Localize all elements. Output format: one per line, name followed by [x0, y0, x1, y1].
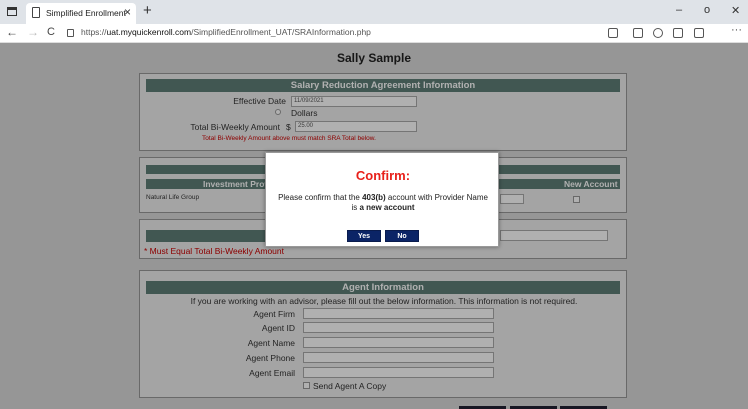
maximize-button[interactable]: o [704, 4, 710, 16]
confirm-title: Confirm: [355, 168, 411, 183]
collections-icon[interactable] [694, 28, 704, 38]
read-aloud-icon[interactable] [608, 28, 618, 38]
tab-title: Simplified Enrollment [46, 8, 126, 18]
url-field[interactable]: https://uat.myquickenroll.com/Simplified… [81, 27, 371, 37]
more-menu-icon[interactable]: ··· [731, 24, 742, 36]
window-menu-icon[interactable] [7, 7, 17, 16]
new-tab-button[interactable]: + [143, 3, 152, 19]
browser-titlebar: Simplified Enrollment × + – o ✕ [0, 0, 748, 24]
address-bar: ← → C https://uat.myquickenroll.com/Simp… [0, 24, 748, 43]
forward-button[interactable]: → [27, 25, 39, 39]
minimize-button[interactable]: – [676, 4, 682, 16]
tab-close-icon[interactable]: × [124, 5, 131, 19]
confirm-message-line2: is a new account [351, 203, 415, 212]
lock-icon[interactable] [67, 29, 74, 37]
page-icon [32, 7, 40, 18]
sync-icon[interactable] [653, 28, 663, 38]
confirm-message-line1: Please confirm that the 403(b) account w… [278, 193, 488, 202]
browser-tab[interactable]: Simplified Enrollment × [26, 3, 136, 24]
confirm-dialog: Confirm: Please confirm that the 403(b) … [265, 152, 499, 247]
refresh-button[interactable]: C [47, 26, 55, 38]
reading-view-icon[interactable] [633, 28, 643, 38]
back-button[interactable]: ← [6, 25, 18, 39]
close-window-button[interactable]: ✕ [731, 4, 740, 17]
no-button[interactable]: No [385, 230, 419, 242]
favorites-icon[interactable] [673, 28, 683, 38]
yes-button[interactable]: Yes [347, 230, 381, 242]
